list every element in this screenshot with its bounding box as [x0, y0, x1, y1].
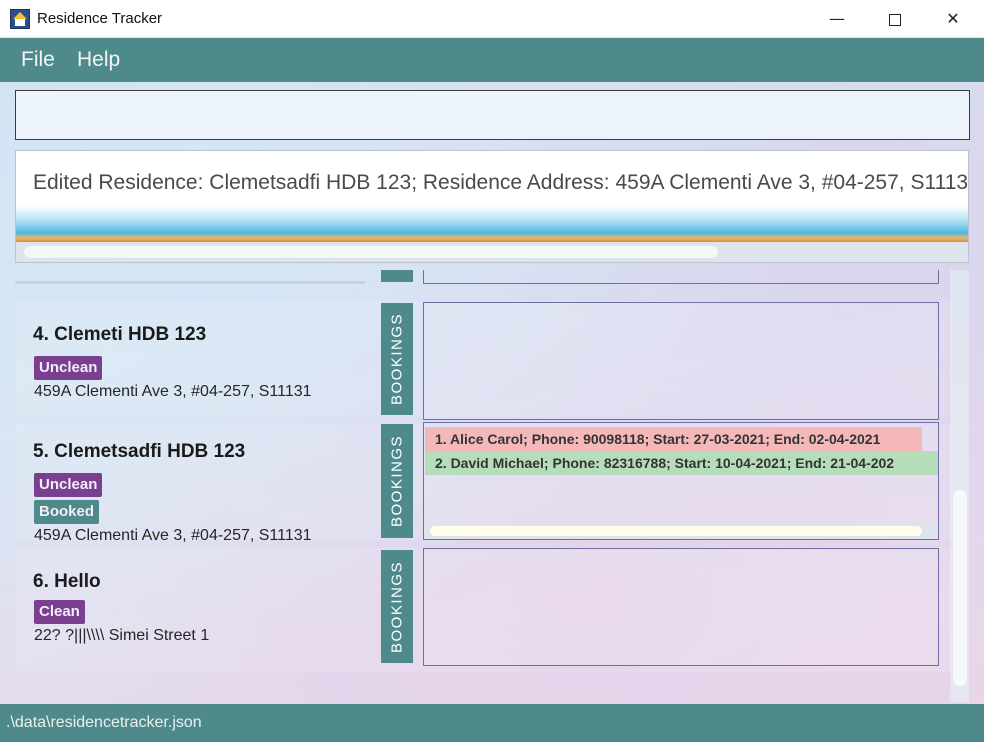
bookings-label: BOOKINGS [388, 312, 406, 406]
bookings-horizontal-scrollbar[interactable] [424, 523, 938, 539]
residence-title: 5. Clemetsadfi HDB 123 [33, 441, 246, 462]
bookings-label: BOOKINGS [388, 434, 406, 528]
booking-item[interactable]: 1. Alice Carol; Phone: 90098118; Start: … [425, 427, 922, 451]
title-bar: Residence Tracker — ✕ [0, 0, 984, 38]
status-bar: .\data\residencetracker.json [0, 704, 984, 742]
menu-file[interactable]: File [21, 48, 55, 72]
bookings-tab: BOOKINGS [381, 424, 413, 538]
residence-address: 459A Clementi Ave 3, #04-257, S11131 [34, 383, 312, 400]
status-tag: Clean [34, 600, 85, 624]
main-content: Edited Residence: Clemetsadfi HDB 123; R… [0, 82, 984, 704]
window-title: Residence Tracker [37, 10, 163, 27]
residence-title: 6. Hello [33, 571, 101, 592]
residence-address: 459A Clementi Ave 3, #04-257, S11131 [34, 527, 312, 544]
residence-list: 4. Clemeti HDB 123 Unclean 459A Clementi… [15, 270, 968, 702]
status-tag: Unclean [34, 356, 103, 380]
command-input[interactable] [15, 90, 970, 140]
house-icon [10, 9, 30, 29]
menu-help[interactable]: Help [77, 48, 120, 72]
bookings-list [423, 302, 939, 420]
bookings-tab: BOOKINGS [381, 303, 413, 415]
data-file-path: .\data\residencetracker.json [6, 714, 202, 731]
result-scroll-thumb[interactable] [24, 246, 718, 258]
close-button[interactable]: ✕ [924, 0, 982, 38]
maximize-button[interactable] [866, 0, 924, 38]
residence-address: 22? ?|||\\\\ Simei Street 1 [34, 627, 210, 644]
bookings-tab: BOOKINGS [381, 550, 413, 663]
booked-tag: Booked [34, 500, 100, 524]
bookings-list: 1. Alice Carol; Phone: 90098118; Start: … [423, 422, 939, 540]
result-horizontal-scrollbar[interactable] [16, 242, 968, 262]
close-icon: ✕ [946, 9, 960, 28]
status-tag: Unclean [34, 473, 103, 497]
result-display: Edited Residence: Clemetsadfi HDB 123; R… [15, 150, 969, 263]
minimize-icon: — [829, 9, 845, 28]
bookings-label: BOOKINGS [388, 560, 406, 653]
booking-item[interactable]: 2. David Michael; Phone: 82316788; Start… [425, 451, 938, 475]
maximize-icon [889, 13, 901, 26]
bookings-scroll-thumb[interactable] [430, 526, 922, 536]
residence-card[interactable]: 6. Hello Clean 22? ?|||\\\\ Simei Street… [15, 548, 952, 672]
previous-residence-card [15, 270, 952, 286]
minimize-button[interactable]: — [808, 0, 866, 38]
residence-title: 4. Clemeti HDB 123 [33, 324, 207, 345]
bookings-list [423, 548, 939, 666]
result-wave-decoration [16, 206, 968, 242]
result-text: Edited Residence: Clemetsadfi HDB 123; R… [33, 171, 969, 194]
menu-bar: File Help [0, 38, 984, 82]
residence-card[interactable]: 4. Clemeti HDB 123 Unclean 459A Clementi… [15, 302, 952, 420]
residence-card[interactable]: 5. Clemetsadfi HDB 123 Unclean Booked 45… [15, 422, 952, 544]
